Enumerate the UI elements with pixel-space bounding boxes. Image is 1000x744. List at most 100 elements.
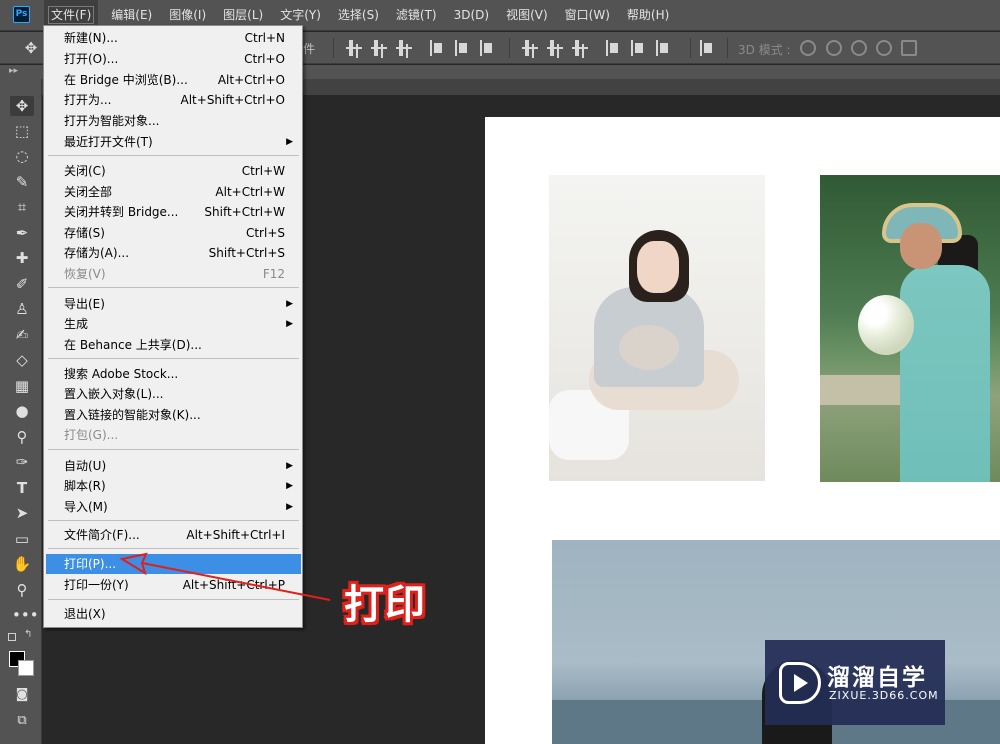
menu-item-place-embedded[interactable]: 置入嵌入对象(L)... (46, 384, 301, 404)
watermark-brand: 溜溜自学 (827, 665, 927, 691)
move-tool-preset-icon[interactable]: ✥ (22, 39, 40, 57)
menu-item-open-smart-object[interactable]: 打开为智能对象... (46, 111, 301, 131)
screen-mode-icon[interactable]: ⧉ (12, 711, 32, 731)
lasso-tool-icon[interactable]: ◌ (12, 146, 32, 166)
move-tool-icon[interactable]: ✥ (10, 96, 34, 116)
blur-tool-icon[interactable]: ● (12, 401, 32, 421)
divider (690, 38, 691, 58)
marquee-tool-icon[interactable]: ⬚ (12, 121, 32, 141)
rectangle-tool-icon[interactable]: ▭ (12, 529, 32, 549)
3d-pan-icon[interactable] (851, 40, 867, 56)
menu-3d[interactable]: 3D(D) (450, 0, 493, 31)
menu-separator (48, 358, 299, 359)
menu-item-exit[interactable]: 退出(X) (46, 604, 301, 624)
swap-colors-icon[interactable]: ↰ (24, 629, 32, 640)
background-color-swatch[interactable] (18, 660, 34, 676)
menu-item-file-info[interactable]: 文件简介(F)... Alt+Shift+Ctrl+I (46, 525, 301, 545)
submenu-arrow-icon: ▶ (286, 299, 293, 309)
3d-slide-icon[interactable] (876, 40, 892, 56)
quick-selection-tool-icon[interactable]: ✎ (12, 172, 32, 192)
type-tool-icon[interactable]: T (12, 478, 32, 498)
menu-item-close[interactable]: 关闭(C) Ctrl+W (46, 161, 301, 181)
align-top-icon[interactable] (346, 40, 362, 56)
menu-separator (48, 520, 299, 521)
crop-tool-icon[interactable]: ⌗ (12, 197, 32, 217)
align-right-icon[interactable] (480, 40, 496, 56)
zoom-tool-icon[interactable]: ⚲ (12, 580, 32, 600)
menu-item-scripts[interactable]: 脚本(R) ▶ (46, 476, 301, 496)
align-left-icon[interactable] (430, 40, 446, 56)
annotation-label: 打印 (344, 582, 426, 628)
menu-separator (48, 599, 299, 600)
align-horizontal-center-icon[interactable] (455, 40, 471, 56)
eyedropper-tool-icon[interactable]: ✒ (12, 223, 32, 243)
dodge-tool-icon[interactable]: ⚲ (12, 427, 32, 447)
default-colors-icon[interactable] (8, 633, 16, 641)
menu-separator (48, 449, 299, 450)
menu-item-close-all[interactable]: 关闭全部 Alt+Ctrl+W (46, 182, 301, 202)
hand-tool-icon[interactable]: ✋ (12, 554, 32, 574)
photoshop-logo-icon: Ps (13, 6, 30, 23)
auto-align-layers-icon[interactable] (700, 40, 716, 56)
submenu-arrow-icon: ▶ (286, 481, 293, 491)
menu-item-open-as[interactable]: 打开为... Alt+Shift+Ctrl+O (46, 90, 301, 110)
3d-rotate-icon[interactable] (800, 40, 816, 56)
align-buttons (346, 40, 421, 56)
photo-girl-with-cat (549, 175, 765, 481)
menu-item-print[interactable]: 打印(P)... (46, 554, 301, 574)
expand-panels-icon[interactable]: ▸▸ (9, 65, 18, 77)
menu-help[interactable]: 帮助(H) (623, 0, 673, 31)
distribute-right-icon[interactable] (656, 40, 672, 56)
menu-item-print-one-copy[interactable]: 打印一份(Y) Alt+Shift+Ctrl+P (46, 575, 301, 595)
distribute-left-icon[interactable] (606, 40, 622, 56)
path-selection-tool-icon[interactable]: ➤ (12, 503, 32, 523)
submenu-arrow-icon: ▶ (286, 137, 293, 147)
pen-tool-icon[interactable]: ✑ (12, 452, 32, 472)
distribute-horizontal-buttons (606, 40, 681, 56)
menu-item-recent-files[interactable]: 最近打开文件(T) ▶ (46, 132, 301, 152)
menu-view[interactable]: 视图(V) (502, 0, 552, 31)
menu-item-package: 打包(G)... (64, 428, 119, 442)
eraser-tool-icon[interactable]: ◇ (12, 350, 32, 370)
watermark-url: ZIXUE.3D66.COM (829, 689, 939, 702)
divider (509, 38, 510, 58)
menu-item-import[interactable]: 导入(M) ▶ (46, 497, 301, 517)
menu-item-generate[interactable]: 生成 ▶ (46, 314, 301, 334)
more-tools-icon[interactable]: ••• (12, 605, 39, 625)
3d-roll-icon[interactable] (826, 40, 842, 56)
menu-item-share-behance[interactable]: 在 Behance 上共享(D)... (46, 335, 301, 355)
file-menu-dropdown: 新建(N)... Ctrl+N 打开(O)... Ctrl+O 在 Bridge 中… (43, 25, 303, 628)
distribute-vertical-center-icon[interactable] (547, 40, 563, 56)
align-vertical-center-icon[interactable] (371, 40, 387, 56)
menu-item-browse-bridge[interactable]: 在 Bridge 中浏览(B)... Alt+Ctrl+O (46, 70, 301, 90)
healing-brush-tool-icon[interactable]: ✚ (12, 248, 32, 268)
menu-filter[interactable]: 滤镜(T) (392, 0, 441, 31)
menu-item-automate[interactable]: 自动(U) ▶ (46, 456, 301, 476)
menu-item-save-as[interactable]: 存储为(A)... Shift+Ctrl+S (46, 243, 301, 263)
distribute-horizontal-center-icon[interactable] (631, 40, 647, 56)
menu-window[interactable]: 窗口(W) (561, 0, 614, 31)
tools-panel: ✥ ⬚ ◌ ✎ ⌗ ✒ ✚ ✐ ♙ ✍ ◇ ▦ ● ⚲ ✑ T ➤ ▭ ✋ ⚲ … (0, 79, 42, 744)
clone-stamp-tool-icon[interactable]: ♙ (12, 299, 32, 319)
menu-item-search-adobe-stock[interactable]: 搜索 Adobe Stock... (46, 364, 301, 384)
distribute-bottom-icon[interactable] (572, 40, 588, 56)
3d-scale-icon[interactable] (901, 40, 917, 56)
distribute-top-icon[interactable] (522, 40, 538, 56)
play-logo-icon (779, 662, 821, 704)
menu-select[interactable]: 选择(S) (334, 0, 383, 31)
quick-mask-icon[interactable]: ◙ (12, 685, 32, 705)
menu-item-open[interactable]: 打开(O)... Ctrl+O (46, 49, 301, 69)
history-brush-tool-icon[interactable]: ✍ (12, 325, 32, 345)
brush-tool-icon[interactable]: ✐ (12, 274, 32, 294)
align-bottom-icon[interactable] (396, 40, 412, 56)
menu-item-export[interactable]: 导出(E) ▶ (46, 294, 301, 314)
menu-item-place-linked[interactable]: 置入链接的智能对象(K)... (46, 405, 301, 425)
menu-separator (48, 155, 299, 156)
submenu-arrow-icon: ▶ (286, 461, 293, 471)
gradient-tool-icon[interactable]: ▦ (12, 376, 32, 396)
menu-item-close-go-bridge[interactable]: 关闭并转到 Bridge... Shift+Ctrl+W (46, 202, 301, 222)
distribute-vertical-buttons (522, 40, 597, 56)
menu-item-new[interactable]: 新建(N)... Ctrl+N (46, 28, 301, 48)
divider (727, 38, 728, 58)
menu-item-save[interactable]: 存储(S) Ctrl+S (46, 223, 301, 243)
